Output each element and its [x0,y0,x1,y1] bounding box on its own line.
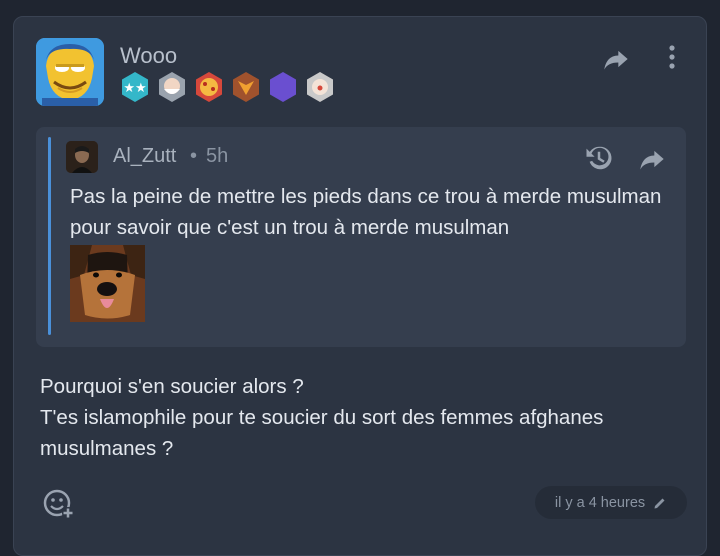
stars-badge-icon[interactable]: ★★ [119,71,151,103]
reply-line: T'es islamophile pour te soucier du sort… [40,406,604,460]
add-reaction-icon[interactable] [42,487,76,521]
badge-row: ★★ [119,71,336,103]
quote-author-name[interactable]: Al_Zutt [113,145,176,168]
reply-body: Pourquoi s'en soucier alors ? T'es islam… [40,371,690,464]
quoted-post[interactable]: Al_Zutt • 5h Pas la peine de mettre les … [36,127,686,347]
quote-accent-bar [48,137,51,335]
quote-time: 5h [206,145,229,167]
timestamp-edit-button[interactable]: il y a 4 heures [535,486,687,519]
quote-image-dog[interactable] [70,245,145,322]
author-avatar[interactable] [36,38,104,106]
elder-face-badge-icon[interactable] [156,71,188,103]
pencil-icon [654,498,665,508]
history-icon[interactable] [584,143,614,173]
author-name[interactable]: Wooo [120,43,177,69]
fox-badge-icon[interactable] [230,71,262,103]
post-card: Wooo ★★ Al_Zutt • 5h Pas la peine de met… [13,16,707,556]
reply-line: Pourquoi s'en soucier alors ? [40,375,304,398]
quote-author-avatar[interactable] [66,141,98,173]
timestamp-text: il y a 4 heures [554,494,646,511]
moon-badge-icon[interactable] [267,71,299,103]
quote-share-icon[interactable] [638,145,666,173]
quote-separator: • [190,145,198,167]
clown-badge-icon[interactable] [304,71,336,103]
share-icon[interactable] [602,45,630,73]
more-options-icon[interactable] [660,43,684,71]
svg-text:★★: ★★ [123,80,146,95]
quote-body: Pas la peine de mettre les pieds dans ce… [70,185,662,239]
pizza-badge-icon[interactable] [193,71,225,103]
